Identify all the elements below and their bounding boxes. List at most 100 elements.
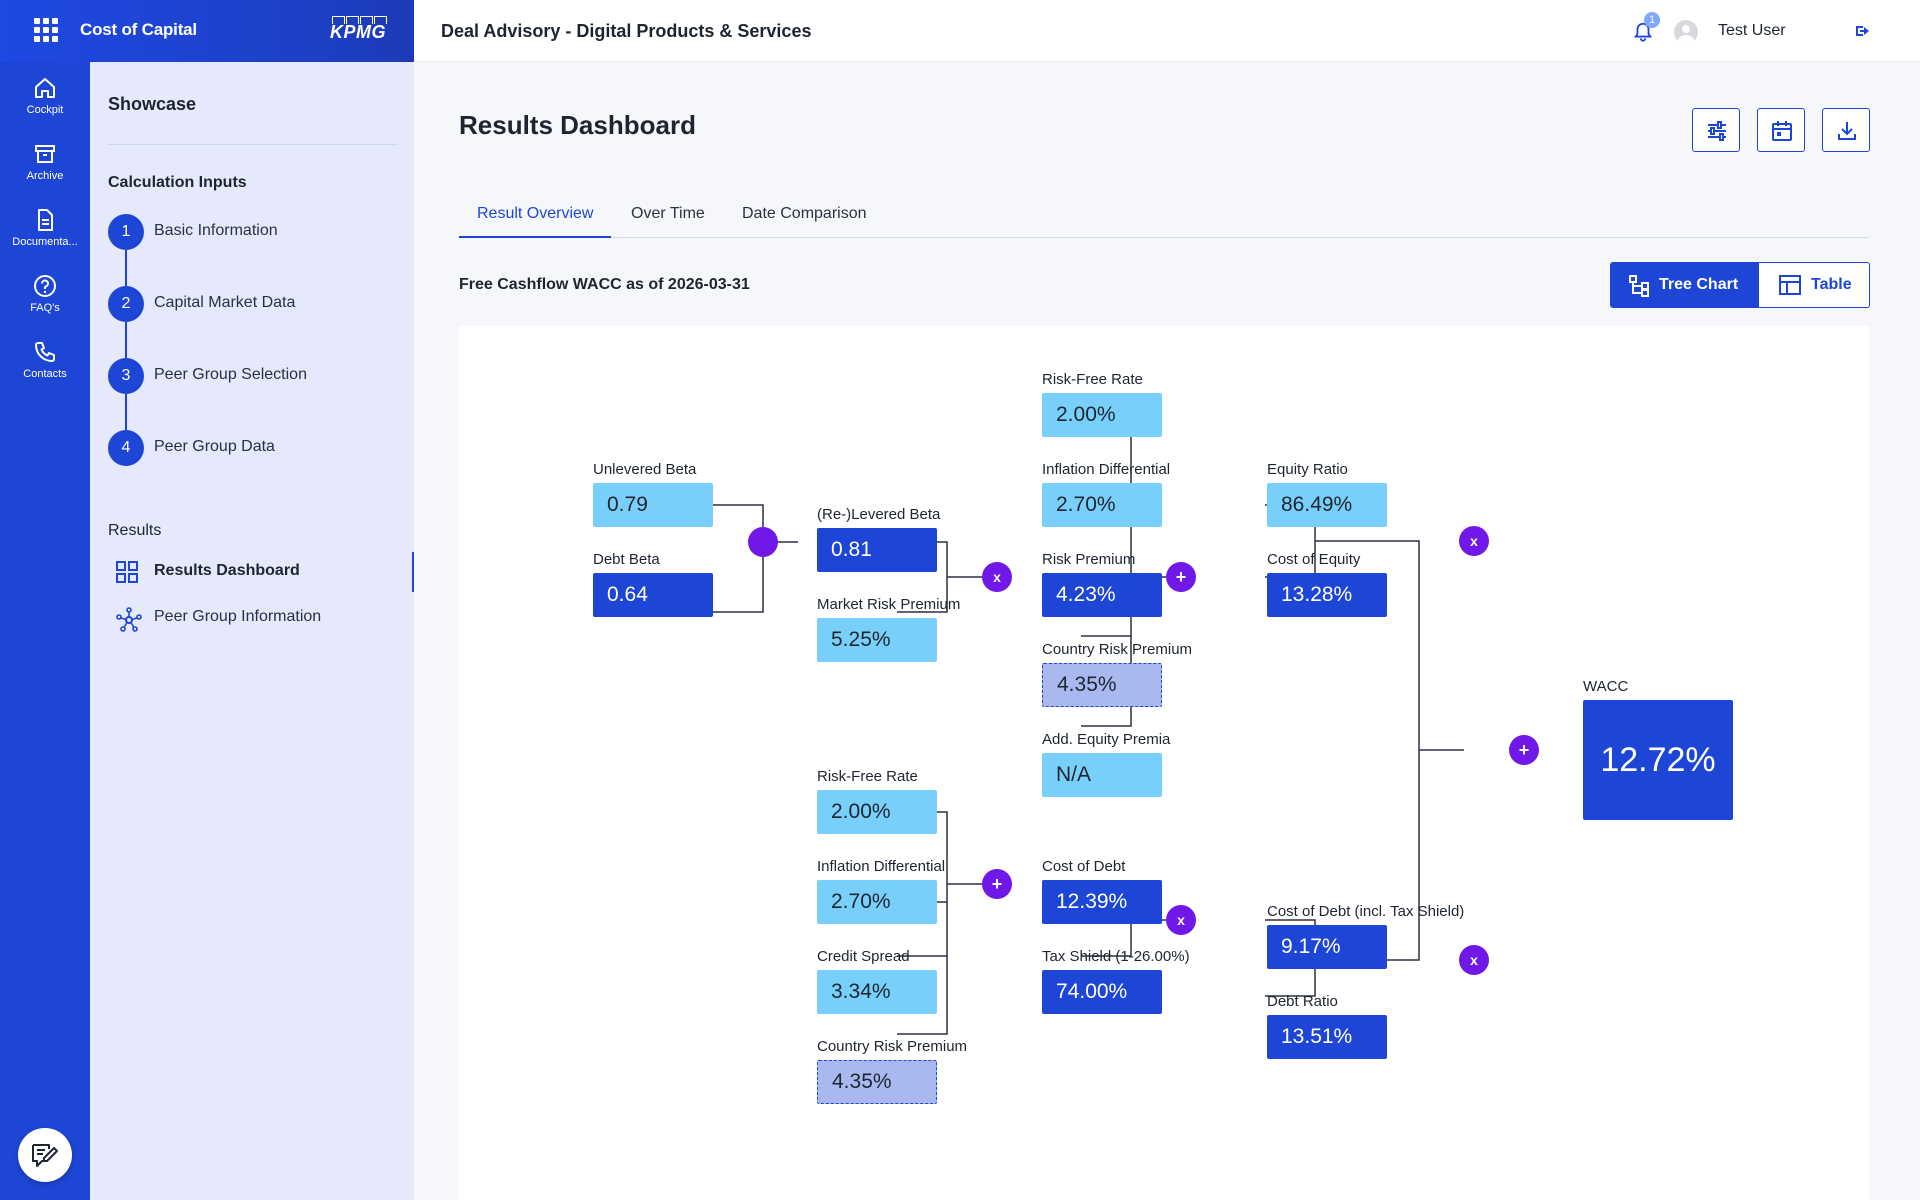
- node-label: Cost of Debt (incl. Tax Shield): [1267, 903, 1465, 920]
- node-label: Credit Spread: [817, 948, 910, 965]
- top-header: Deal Advisory - Digital Products & Servi…: [414, 0, 1920, 62]
- results-heading: Results: [108, 522, 162, 539]
- node-value: 9.17%: [1267, 925, 1387, 969]
- avatar[interactable]: [1674, 20, 1698, 44]
- page-title: Results Dashboard: [459, 110, 696, 140]
- multiply-operator: x: [1459, 945, 1489, 975]
- node-label: Country Risk Premium: [1042, 641, 1193, 658]
- rail-item-archive[interactable]: Archive: [0, 132, 90, 192]
- tab-over-time[interactable]: Over Time: [613, 190, 723, 238]
- notification-badge: 1: [1644, 12, 1660, 28]
- step-label: Basic Information: [154, 222, 278, 239]
- side-nav: Showcase Calculation Inputs 1 Basic Info…: [90, 62, 414, 1200]
- feedback-button[interactable]: [18, 1128, 72, 1182]
- node-label: Inflation Differential: [817, 858, 946, 875]
- tab-date-comparison[interactable]: Date Comparison: [724, 190, 885, 238]
- step-number: 2: [108, 286, 144, 322]
- node-label: Risk-Free Rate: [817, 768, 918, 785]
- settings-button[interactable]: [1692, 108, 1740, 152]
- node-value: 0.79: [593, 483, 713, 527]
- app-grid-icon[interactable]: [34, 18, 58, 42]
- calendar-icon: [1772, 121, 1792, 141]
- tree-chart-icon: [1629, 275, 1649, 297]
- table-label: Table: [1811, 276, 1852, 293]
- document-icon: [38, 209, 53, 231]
- logout-icon[interactable]: [1854, 22, 1872, 40]
- wacc-value: 12.72%: [1583, 700, 1733, 820]
- step-number: 3: [108, 358, 144, 394]
- divider: [108, 144, 398, 145]
- node-value: 13.28%: [1267, 573, 1387, 617]
- node-value: 0.64: [593, 573, 713, 617]
- sidebar-item-label: Peer Group Information: [154, 608, 322, 625]
- node-value: 13.51%: [1267, 1015, 1387, 1059]
- dashboard-grid-icon: [116, 561, 138, 583]
- node-label: Market Risk Premium: [817, 596, 961, 613]
- step-label: Peer Group Data: [154, 438, 275, 455]
- table-toggle[interactable]: Table: [1759, 263, 1869, 307]
- download-button[interactable]: [1822, 108, 1870, 152]
- node-value: 4.35%: [1042, 663, 1162, 707]
- relever-operator: [748, 527, 778, 557]
- wacc-add-operator: +: [1509, 735, 1539, 765]
- help-icon: [34, 275, 56, 297]
- sidebar-item-results-dashboard[interactable]: Results Dashboard: [108, 552, 414, 592]
- phone-icon: [35, 342, 55, 362]
- node-value: 2.00%: [817, 790, 937, 834]
- brand-bar: Cost of Capital KPMG: [0, 0, 414, 62]
- node-value: 2.70%: [1042, 483, 1162, 527]
- node-value: 0.81: [817, 528, 937, 572]
- network-icon: [116, 607, 142, 632]
- node-label: Country Risk Premium: [817, 1038, 968, 1055]
- multiply-operator: x: [1166, 905, 1196, 935]
- node-label: Debt Beta: [593, 551, 660, 568]
- step-label: Capital Market Data: [154, 294, 296, 311]
- user-name[interactable]: Test User: [1718, 22, 1786, 40]
- view-toggle: Tree Chart Table: [1610, 262, 1870, 308]
- calculation-inputs-heading: Calculation Inputs: [108, 174, 247, 191]
- tree-chart-label: Tree Chart: [1659, 276, 1739, 293]
- node-value: 86.49%: [1267, 483, 1387, 527]
- node-label: Tax Shield (1-26.00%): [1042, 948, 1190, 965]
- node-value: 5.25%: [817, 618, 937, 662]
- tab-result-overview[interactable]: Result Overview: [459, 190, 612, 238]
- rail-item-contacts[interactable]: Contacts: [0, 330, 90, 390]
- node-label: Add. Equity Premia: [1042, 731, 1171, 748]
- step-label: Peer Group Selection: [154, 366, 307, 383]
- node-label: Equity Ratio: [1267, 461, 1348, 478]
- node-label: Debt Ratio: [1267, 993, 1338, 1010]
- kpmg-logo: KPMG: [330, 16, 388, 42]
- archive-icon: [35, 145, 55, 163]
- sidebar-item-label: Results Dashboard: [154, 562, 300, 579]
- node-value: 4.35%: [817, 1060, 937, 1104]
- node-label: Inflation Differential: [1042, 461, 1171, 478]
- rail-item-faqs[interactable]: FAQ's: [0, 264, 90, 324]
- node-value: N/A: [1042, 753, 1162, 797]
- node-label: Unlevered Beta: [593, 461, 697, 478]
- tree-chart-toggle[interactable]: Tree Chart: [1611, 263, 1759, 307]
- sliders-icon: [1708, 121, 1726, 141]
- table-icon: [1779, 275, 1801, 295]
- calendar-button[interactable]: [1757, 108, 1805, 152]
- multiply-operator: x: [1459, 526, 1489, 556]
- add-operator: +: [982, 869, 1012, 899]
- project-heading: Showcase: [108, 94, 197, 114]
- app-title: Cost of Capital: [80, 20, 197, 39]
- download-icon: [1838, 122, 1856, 140]
- node-label: (Re-)Levered Beta: [817, 506, 941, 523]
- node-label: Risk-Free Rate: [1042, 371, 1143, 388]
- node-value: 2.00%: [1042, 393, 1162, 437]
- feedback-edit-icon: [32, 1144, 58, 1167]
- home-icon: [35, 78, 55, 98]
- tab-bar: Result Overview Over Time Date Compariso…: [459, 190, 1869, 238]
- sidebar-item-peer-group-information[interactable]: Peer Group Information: [108, 598, 414, 638]
- tree-chart-canvas: Unlevered Beta 0.79 Debt Beta 0.64 (Re-)…: [459, 326, 1869, 1200]
- step-number: 1: [108, 214, 144, 250]
- chart-subtitle: Free Cashflow WACC as of 2026-03-31: [459, 276, 750, 293]
- multiply-operator: x: [982, 562, 1012, 592]
- node-value: 74.00%: [1042, 970, 1162, 1014]
- add-operator: +: [1166, 562, 1196, 592]
- rail-item-documentation[interactable]: Documenta...: [0, 198, 90, 258]
- rail-item-cockpit[interactable]: Cockpit: [0, 66, 90, 126]
- icon-rail: Cockpit Archive Documenta... FAQ's Conta…: [0, 62, 90, 1200]
